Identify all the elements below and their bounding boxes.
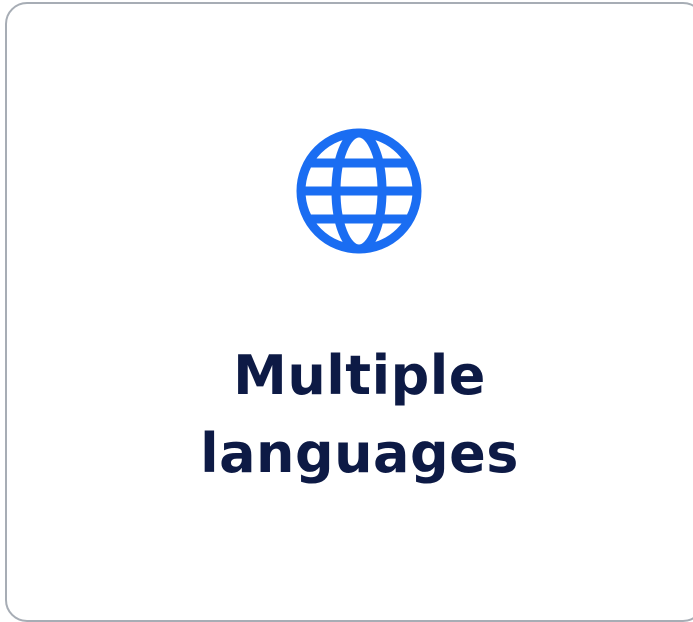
feature-card: Multiple languages bbox=[5, 2, 693, 622]
globe-icon bbox=[294, 126, 424, 256]
feature-title-line-1: Multiple bbox=[233, 344, 486, 407]
feature-title-line-2: languages bbox=[200, 422, 519, 485]
feature-title: Multiple languages bbox=[7, 337, 693, 493]
